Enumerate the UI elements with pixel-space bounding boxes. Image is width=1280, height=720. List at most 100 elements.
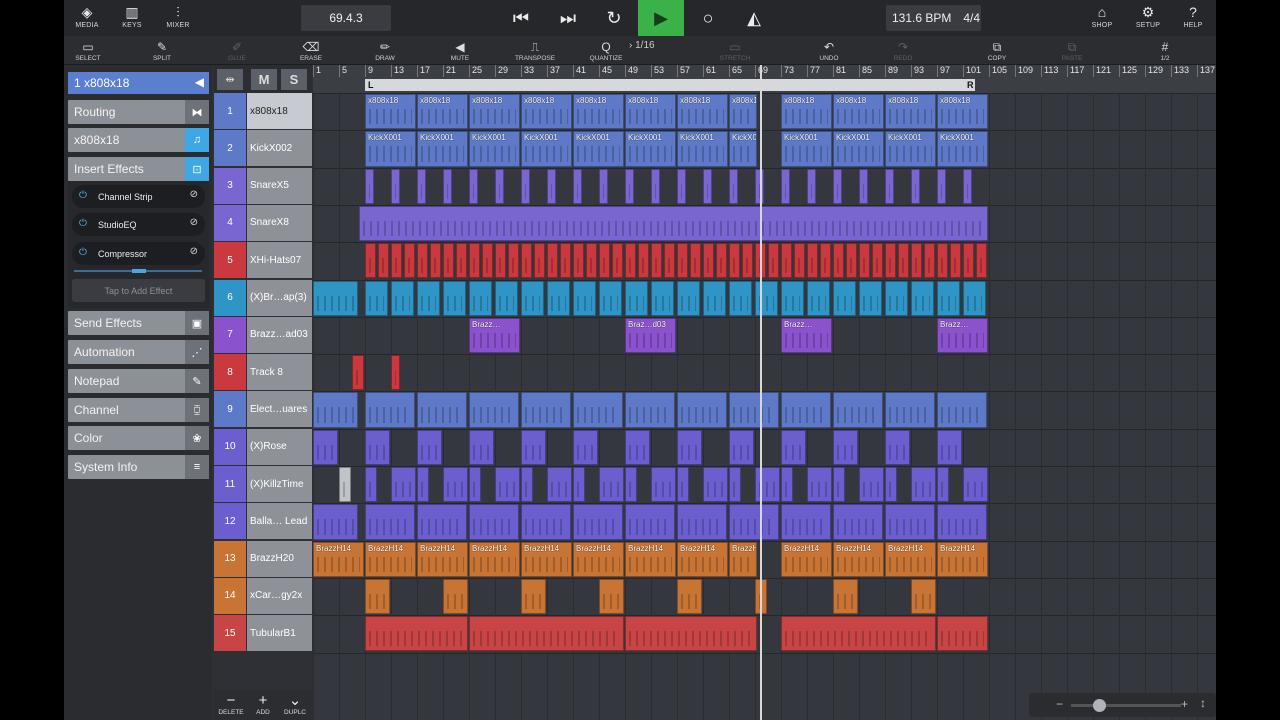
clip[interactable] [937, 168, 947, 204]
clip[interactable] [365, 616, 468, 652]
clip[interactable] [677, 392, 727, 428]
clip[interactable]: BrazzH14 [521, 541, 572, 577]
clip[interactable] [469, 280, 493, 316]
clip[interactable] [573, 392, 623, 428]
clip[interactable] [560, 243, 572, 279]
track-row[interactable]: 11 (X)KillzTime [214, 466, 312, 502]
clip[interactable]: BrazzH14 [573, 541, 624, 577]
clip[interactable] [625, 280, 649, 316]
clip[interactable] [937, 280, 961, 316]
clip[interactable] [781, 280, 805, 316]
clip[interactable] [391, 168, 401, 204]
clip[interactable] [781, 429, 806, 465]
clip[interactable] [651, 280, 675, 316]
clip[interactable] [521, 467, 533, 503]
clip[interactable] [417, 429, 442, 465]
clip[interactable] [521, 392, 571, 428]
clip[interactable] [573, 168, 583, 204]
clip[interactable]: BrazzH14 [937, 541, 988, 577]
clip[interactable] [729, 429, 754, 465]
clip[interactable] [547, 280, 571, 316]
clip[interactable] [885, 392, 935, 428]
clip[interactable] [703, 243, 715, 279]
clip[interactable] [469, 243, 481, 279]
plugin-channel-strip[interactable]: ⏻ Channel Strip ⊘ [72, 185, 205, 208]
track-row[interactable]: 1 x808x18 [214, 93, 312, 129]
clip[interactable] [469, 168, 479, 204]
duplicate-track-button[interactable]: ⌄ DUPLC [280, 692, 310, 716]
clip[interactable] [495, 280, 519, 316]
mixer-button[interactable]: ⫶ MIXER [162, 0, 194, 36]
track-row[interactable]: 13 BrazzH20 [214, 540, 312, 577]
redo-button[interactable]: ↷ REDO [878, 38, 928, 62]
grid-button[interactable]: #1/2 [1140, 38, 1190, 62]
clip[interactable]: BrazzH14 [885, 541, 936, 577]
clip[interactable] [911, 578, 936, 615]
clip[interactable] [677, 429, 702, 465]
clip[interactable] [729, 168, 739, 204]
clip[interactable] [833, 280, 857, 316]
clip[interactable] [937, 429, 962, 465]
split-tool[interactable]: ✎ SPLIT [137, 38, 187, 62]
clip[interactable]: x808x18 [781, 94, 832, 130]
track-row[interactable]: 8 Track 8 [214, 354, 312, 391]
clip[interactable] [703, 168, 713, 204]
clip[interactable] [612, 243, 624, 279]
clip[interactable] [547, 168, 557, 204]
clip[interactable]: KickX001 [677, 131, 728, 167]
clip[interactable] [456, 243, 468, 279]
glue-tool[interactable]: ✐ GLUE [212, 38, 262, 62]
clip[interactable] [963, 467, 988, 503]
clip[interactable]: BrazzH14 [677, 541, 728, 577]
clip[interactable] [885, 504, 935, 540]
clip[interactable]: BrazzH14 [729, 541, 758, 577]
clip[interactable] [729, 504, 779, 540]
clip[interactable] [469, 504, 519, 540]
clip[interactable]: x808x18 [469, 94, 520, 130]
clip[interactable] [482, 243, 494, 279]
clip[interactable] [729, 280, 753, 316]
clip[interactable] [469, 467, 481, 503]
clip[interactable] [625, 429, 650, 465]
automation-button[interactable]: Automation ⋰ [68, 340, 209, 364]
clip[interactable] [638, 243, 650, 279]
clip[interactable]: x808x18 [625, 94, 676, 130]
clip[interactable]: x808x18 [937, 94, 988, 130]
clip[interactable] [358, 205, 988, 242]
routing-button[interactable]: Routing ⧓ [68, 100, 209, 124]
clip[interactable] [755, 280, 779, 316]
track-row[interactable]: 12 Balla… Lead [214, 503, 312, 540]
clip[interactable] [859, 168, 869, 204]
clip[interactable] [872, 243, 884, 279]
clip[interactable]: KickX001 [573, 131, 624, 167]
clip[interactable] [833, 504, 883, 540]
clip[interactable] [963, 168, 973, 204]
clip[interactable] [365, 280, 389, 316]
metronome-button[interactable]: ◭ [731, 0, 777, 36]
clip[interactable]: KickX001 [729, 131, 758, 167]
record-button[interactable]: ○ [685, 0, 731, 36]
clip[interactable]: x808x18 [885, 94, 936, 130]
clip[interactable] [365, 467, 377, 503]
clip[interactable]: x808x18 [833, 94, 884, 130]
clip[interactable] [599, 280, 623, 316]
clip[interactable] [391, 467, 416, 503]
rewind-button[interactable]: ⏮ [498, 0, 544, 36]
clip[interactable] [794, 243, 806, 279]
play-button[interactable]: ▶ [638, 0, 684, 36]
clip[interactable]: KickX001 [521, 131, 572, 167]
clip[interactable] [378, 243, 390, 279]
rack-scrollbar[interactable] [74, 269, 202, 273]
selected-track-header[interactable]: 1 x808x18 ◀ [68, 72, 209, 94]
clip[interactable] [443, 467, 468, 503]
clip[interactable] [534, 243, 546, 279]
keys-button[interactable]: ▥ KEYS [117, 0, 147, 36]
clip[interactable] [937, 392, 987, 428]
clip[interactable] [833, 578, 858, 615]
clip[interactable] [495, 467, 520, 503]
clip[interactable]: Brazz… [469, 317, 520, 354]
clip[interactable]: KickX001 [625, 131, 676, 167]
clip[interactable] [625, 168, 635, 204]
clip[interactable] [729, 392, 779, 428]
clip[interactable] [677, 243, 689, 279]
